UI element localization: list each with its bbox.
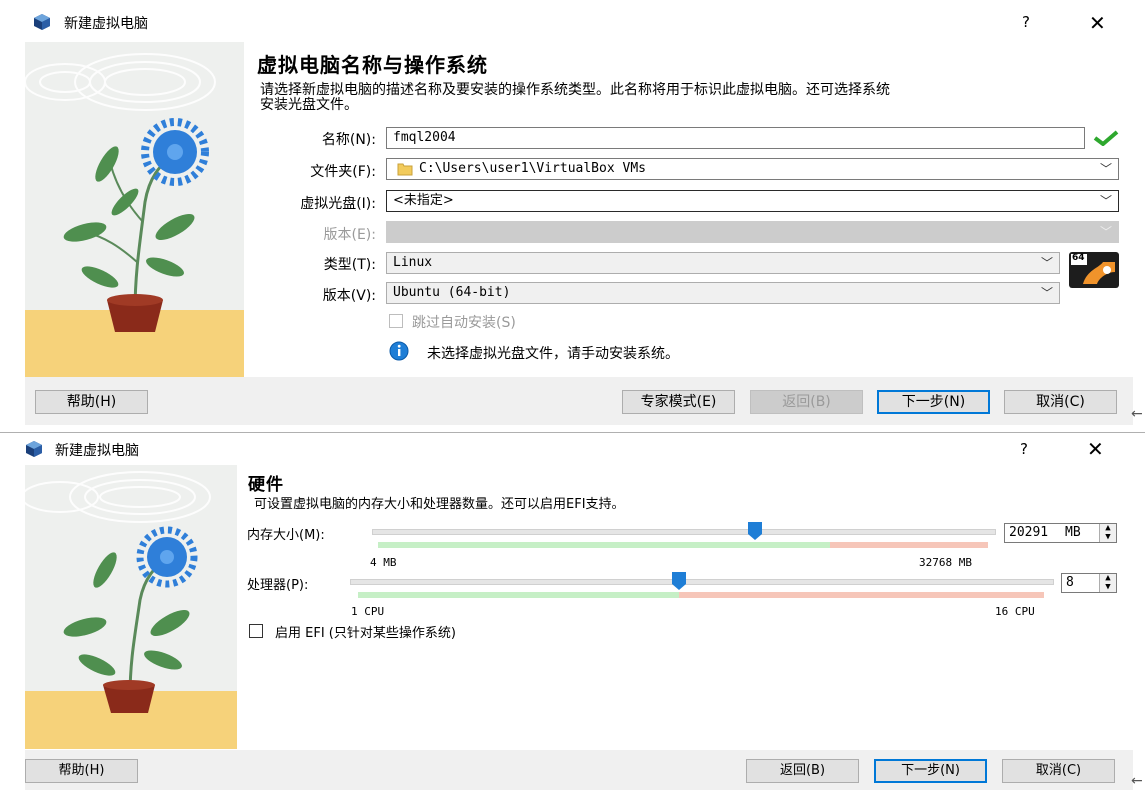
name-input[interactable]: fmql2004	[386, 127, 1085, 149]
efi-label: 启用 EFI (只针对某些操作系统)	[275, 626, 456, 641]
memory-value: 20291	[1009, 525, 1049, 540]
page-heading: 虚拟电脑名称与操作系统	[257, 53, 488, 77]
memory-unit: MB	[1065, 525, 1081, 540]
cpu-min-label: 1 CPU	[351, 605, 385, 618]
expert-mode-button[interactable]: 专家模式(E)	[622, 390, 735, 414]
spin-arrows-icon[interactable]: ▲ ▼	[1099, 524, 1116, 542]
title-bar: 新建虚拟电脑 ? ✕	[0, 434, 1145, 464]
help-icon[interactable]: ?	[1022, 13, 1030, 31]
memory-scale-red	[830, 542, 988, 548]
back-button[interactable]: 返回(B)	[746, 759, 859, 783]
iso-select[interactable]: <未指定> ﹀	[386, 190, 1119, 212]
folder-select[interactable]: C:\Users\user1\VirtualBox VMs ﹀	[386, 158, 1119, 180]
folder-value: C:\Users\user1\VirtualBox VMs	[419, 161, 646, 176]
side-arrow: ←	[1131, 406, 1143, 422]
valid-check-icon	[1093, 130, 1119, 146]
next-button[interactable]: 下一步(N)	[877, 390, 990, 414]
separator	[0, 432, 1145, 433]
cpu-value: 8	[1066, 575, 1074, 590]
cpu-slider-thumb[interactable]	[672, 572, 686, 590]
memory-slider-track[interactable]	[372, 529, 996, 535]
skip-unattended-label: 跳过自动安装(S)	[412, 315, 516, 331]
page-heading: 硬件	[248, 475, 284, 495]
iso-label: 虚拟光盘(I):	[300, 196, 376, 212]
chevron-down-icon: ﹀	[1099, 194, 1112, 208]
dialog-hardware: 新建虚拟电脑 ? ✕ 硬件 可设置虚拟电脑的内存大小和处理器数量。还可以启用EF…	[0, 434, 1145, 793]
memory-spinbox[interactable]: 20291 MB ▲ ▼	[1004, 523, 1117, 543]
help-icon[interactable]: ?	[1020, 440, 1028, 458]
folder-label: 文件夹(F):	[310, 164, 376, 180]
cpu-max-label: 16 CPU	[995, 605, 1035, 618]
info-icon	[389, 341, 409, 361]
help-button[interactable]: 帮助(H)	[35, 390, 148, 414]
version-label: 版本(V):	[322, 288, 376, 304]
skip-unattended-checkbox	[389, 314, 403, 328]
help-button[interactable]: 帮助(H)	[25, 759, 138, 783]
close-icon[interactable]: ✕	[1087, 439, 1104, 459]
wizard-illustration	[25, 465, 237, 749]
type-value: Linux	[393, 255, 433, 270]
info-message: 未选择虚拟光盘文件，请手动安装系统。	[427, 346, 679, 362]
cancel-button[interactable]: 取消(C)	[1002, 759, 1115, 783]
type-select[interactable]: Linux ﹀	[386, 252, 1060, 274]
wizard-illustration	[25, 42, 244, 377]
side-arrow: ←	[1131, 773, 1143, 789]
efi-checkbox[interactable]	[249, 624, 263, 638]
title-bar: 新建虚拟电脑 ? ✕	[0, 0, 1145, 40]
name-label: 名称(N):	[321, 132, 376, 148]
os-64-badge: 64	[1072, 253, 1085, 263]
cpu-spinbox[interactable]: 8 ▲ ▼	[1061, 573, 1117, 593]
chevron-down-icon: ﹀	[1040, 286, 1053, 300]
next-button[interactable]: 下一步(N)	[874, 759, 987, 783]
page-description-line2: 安装光盘文件。	[260, 97, 358, 113]
back-button: 返回(B)	[750, 390, 863, 414]
memory-max-label: 32768 MB	[919, 556, 972, 569]
edition-select: ﹀	[386, 221, 1119, 243]
cancel-button[interactable]: 取消(C)	[1004, 390, 1117, 414]
os-type-icon: 64	[1069, 252, 1119, 288]
chevron-down-icon: ﹀	[1040, 256, 1053, 270]
memory-scale-green	[378, 542, 830, 548]
cpu-scale-red	[679, 592, 1044, 598]
chevron-down-icon: ﹀	[1099, 162, 1112, 176]
virtualbox-icon	[34, 14, 50, 30]
iso-value: <未指定>	[393, 193, 454, 208]
dialog-name-os: 新建虚拟电脑 ? ✕ 虚拟电脑名称与操作系统 请选择新虚拟电脑的描述名称及要安装…	[0, 0, 1145, 432]
close-icon[interactable]: ✕	[1089, 13, 1106, 33]
chevron-down-icon: ﹀	[1099, 225, 1112, 239]
type-label: 类型(T):	[323, 257, 376, 273]
cpu-scale-green	[358, 592, 679, 598]
version-select[interactable]: Ubuntu (64-bit) ﹀	[386, 282, 1060, 304]
spin-arrows-icon[interactable]: ▲ ▼	[1099, 574, 1116, 592]
memory-label: 内存大小(M):	[247, 528, 325, 543]
memory-min-label: 4 MB	[370, 556, 397, 569]
cpu-label: 处理器(P):	[247, 578, 309, 593]
window-title: 新建虚拟电脑	[55, 443, 139, 459]
cpu-slider-track[interactable]	[350, 579, 1054, 585]
page-description-line1: 请选择新虚拟电脑的描述名称及要安装的操作系统类型。此名称将用于标识此虚拟电脑。还…	[260, 82, 890, 98]
version-value: Ubuntu (64-bit)	[393, 285, 511, 300]
edition-label: 版本(E):	[323, 227, 377, 243]
memory-slider-thumb[interactable]	[748, 522, 762, 540]
window-title: 新建虚拟电脑	[64, 16, 148, 32]
page-description: 可设置虚拟电脑的内存大小和处理器数量。还可以启用EFI支持。	[254, 497, 625, 512]
virtualbox-icon	[26, 441, 42, 457]
folder-icon	[397, 163, 413, 176]
